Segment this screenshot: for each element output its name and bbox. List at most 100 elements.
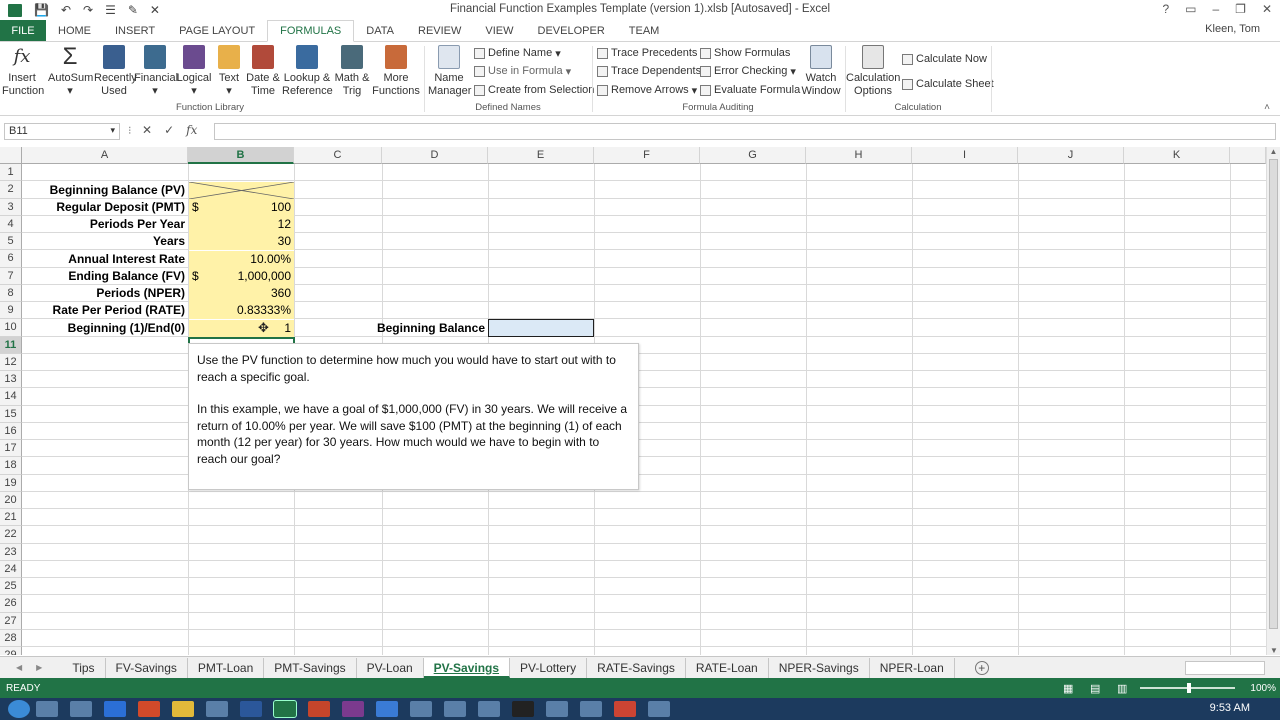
new-sheet-icon[interactable]: + [974,660,989,675]
cell-b4[interactable]: 12 [189,216,294,233]
tab-home[interactable]: HOME [46,20,103,41]
date-time-button[interactable]: Date & Time [244,45,282,98]
row-header[interactable]: 25 [0,578,22,596]
scroll-up-icon[interactable]: ▲ [1267,147,1280,156]
taskbar-app-icon[interactable] [70,701,92,717]
cell-b7[interactable]: $1,000,000 [189,268,294,285]
sheet-tab[interactable]: Tips [62,657,106,678]
cell-a4[interactable]: Periods Per Year [22,216,188,233]
save-icon[interactable]: 💾 [34,3,49,17]
cell-b8[interactable]: 360 [189,285,294,302]
vertical-scrollbar[interactable]: ▲ ▼ [1266,147,1280,655]
instructions-textbox[interactable]: Use the PV function to determine how muc… [188,343,639,490]
cell-d10[interactable]: Beginning Balance [340,320,488,337]
watch-window-button[interactable]: Watch Window [800,45,842,98]
row-header[interactable]: 3 [0,198,22,216]
cell-b10[interactable]: 1 [189,320,294,337]
column-header[interactable]: B [188,147,294,164]
cell-b2[interactable] [189,182,294,199]
sheet-tab[interactable]: PV-Loan [357,657,424,678]
sheet-tab[interactable]: FV-Savings [106,657,188,678]
column-header[interactable]: C [294,147,382,164]
lookup-reference-button[interactable]: Lookup & Reference [282,45,333,98]
column-header[interactable]: G [700,147,806,164]
cancel-icon[interactable]: ✕ [142,123,152,137]
row-header[interactable]: 11 [0,336,22,354]
collapse-ribbon-icon[interactable]: ˄ [1264,102,1270,113]
close-icon[interactable]: ✕ [1262,2,1272,16]
taskbar-app-icon[interactable] [410,701,432,717]
tab-review[interactable]: REVIEW [406,20,473,41]
taskbar-app-icon[interactable] [138,701,160,717]
help-icon[interactable]: ? [1162,2,1169,16]
zoom-level[interactable]: 100% [1250,683,1276,694]
zoom-slider-thumb[interactable] [1187,683,1191,693]
page-layout-view-icon[interactable]: ▤ [1090,682,1100,695]
name-box[interactable]: B11 ▾ [4,123,120,140]
excel-icon[interactable] [8,3,22,17]
text-button[interactable]: Text ▾ [214,45,244,98]
normal-view-icon[interactable]: ▦ [1063,682,1073,695]
cell-b3[interactable]: $100 [189,199,294,216]
row-header[interactable]: 15 [0,405,22,423]
evaluate-formula-button[interactable]: Evaluate Formula [700,82,800,98]
taskbar-app-icon[interactable] [614,701,636,717]
powerpoint-icon[interactable] [308,701,330,717]
logical-button[interactable]: Logical ▾ [176,45,212,98]
sheet-tab[interactable]: NPER-Savings [769,657,870,678]
next-sheet-icon[interactable]: ▶ [36,663,42,672]
start-button-icon[interactable] [8,700,30,718]
taskbar-app-icon[interactable] [580,701,602,717]
word-icon[interactable] [240,701,262,717]
row-header[interactable]: 19 [0,474,22,492]
cell-b9[interactable]: 0.83333% [189,302,294,319]
calculate-now-button[interactable]: Calculate Now [902,51,987,67]
row-header[interactable]: 24 [0,560,22,578]
row-header[interactable]: 26 [0,595,22,613]
recently-used-button[interactable]: Recently Used [94,45,137,98]
formula-input[interactable] [214,123,1276,140]
cell-a5[interactable]: Years [22,233,188,250]
column-header[interactable]: A [22,147,188,164]
sheet-tab[interactable]: NPER-Loan [870,657,955,678]
calculation-options-button[interactable]: Calculation Options [846,45,900,98]
sheet-tab[interactable]: PMT-Loan [188,657,265,678]
row-header[interactable]: 21 [0,509,22,527]
column-header[interactable]: H [806,147,912,164]
use-in-formula-button[interactable]: Use in Formula ▾ [474,63,571,79]
taskbar-app-icon[interactable] [172,701,194,717]
taskbar-app-icon[interactable] [36,701,58,717]
lync-icon[interactable] [376,701,398,717]
row-header[interactable]: 7 [0,267,22,285]
tab-insert[interactable]: INSERT [103,20,167,41]
column-header[interactable] [1230,147,1266,164]
column-header[interactable]: E [488,147,594,164]
cell-a7[interactable]: Ending Balance (FV) [22,268,188,285]
enter-icon[interactable]: ✓ [164,123,174,137]
taskbar-app-icon[interactable] [512,701,534,717]
trace-dependents-button[interactable]: Trace Dependents [597,63,701,79]
row-header[interactable]: 10 [0,319,22,337]
row-header[interactable]: 17 [0,440,22,458]
row-header[interactable]: 5 [0,233,22,251]
insert-function-icon[interactable]: fx [186,123,197,137]
row-header[interactable]: 1 [0,164,22,182]
row-header[interactable]: 16 [0,422,22,440]
sheet-tab[interactable]: PV-Lottery [510,657,588,678]
row-header[interactable]: 14 [0,388,22,406]
column-header[interactable]: J [1018,147,1124,164]
close-x-icon[interactable]: ✕ [150,3,160,17]
cell-b6[interactable]: 10.00% [189,251,294,268]
create-from-selection-button[interactable]: Create from Selection [474,82,594,98]
trace-precedents-button[interactable]: Trace Precedents [597,45,697,61]
redo-icon[interactable]: ↷ [83,3,93,17]
math-trig-button[interactable]: Math & Trig [334,45,370,98]
error-checking-button[interactable]: Error Checking ▾ [700,63,796,79]
clock[interactable]: 9:53 AM [1210,702,1250,714]
row-header[interactable]: 28 [0,629,22,647]
row-header[interactable]: 9 [0,302,22,320]
financial-button[interactable]: Financial ▾ [134,45,178,98]
remove-arrows-button[interactable]: Remove Arrows ▾ [597,82,697,98]
row-header[interactable]: 27 [0,612,22,630]
brush-icon[interactable]: ✎ [128,3,138,17]
